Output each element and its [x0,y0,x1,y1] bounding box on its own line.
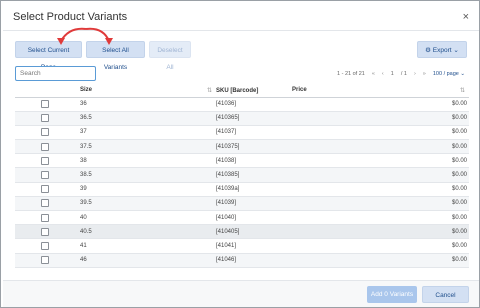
prev-page-icon[interactable]: ‹ [382,71,384,77]
row-checkbox[interactable] [41,241,49,250]
cell-size: 46 [80,253,216,268]
cell-sku: [41041] [216,238,292,254]
cell-price: $0.00 [292,139,469,155]
header-select [15,85,80,98]
header-size[interactable]: Size ⇅ [80,85,216,98]
cell-price: $0.00 [292,253,469,268]
header-price[interactable]: Price ⇅ [292,85,469,98]
first-page-icon[interactable]: « [372,71,375,77]
cell-size: 39.5 [80,196,216,212]
row-checkbox[interactable] [41,227,49,236]
cell-sku: [41040] [216,210,292,226]
cell-sku: [41038] [216,153,292,169]
search-input[interactable] [15,66,96,81]
cell-size: 38.5 [80,167,216,183]
row-checkbox[interactable] [41,256,49,265]
row-checkbox[interactable] [41,156,49,165]
cell-sku: [41036] [216,97,292,112]
sort-icon: ⇅ [459,88,465,95]
next-page-icon[interactable]: › [414,71,416,77]
row-checkbox[interactable] [41,128,49,137]
cancel-button[interactable]: Cancel [422,286,469,303]
row-checkbox[interactable] [41,114,49,123]
cell-size: 38 [80,153,216,169]
cell-price: $0.00 [292,167,469,183]
annotation-arrow-right [85,27,110,42]
annotation-arrow-left [60,27,87,42]
pager-range: 1 - 21 of 21 [337,71,365,77]
dialog-footer: Add 0 Variants Cancel [3,280,479,307]
cell-size: 37 [80,125,216,141]
per-page-select[interactable]: 100 / page ⌄ [433,71,465,77]
annotation-arrowhead-right [105,38,113,45]
table-row[interactable]: 39.5 [41039] $0.00 [15,196,469,212]
cell-sku: [410375] [216,139,292,155]
variants-table: Size ⇅ SKU [Barcode] Price ⇅ 36 [41036] $0.0… [15,85,469,268]
cell-price: $0.00 [292,153,469,169]
table-row[interactable]: 41 [41041] $0.00 [15,238,469,254]
cell-price: $0.00 [292,182,469,197]
table-row[interactable]: 40 [41040] $0.00 [15,210,469,226]
cell-size: 40.5 [80,224,216,240]
table-row[interactable]: 46 [41046] $0.00 [15,253,469,268]
cell-size: 39 [80,182,216,197]
table-row[interactable]: 37.5 [410375] $0.00 [15,139,469,155]
cell-price: $0.00 [292,97,469,112]
row-checkbox[interactable] [41,142,49,151]
cell-sku: [410365] [216,111,292,126]
cell-sku: [410405] [216,224,292,240]
cell-price: $0.00 [292,224,469,240]
cell-price: $0.00 [292,125,469,141]
cell-price: $0.00 [292,238,469,254]
cell-sku: [410385] [216,167,292,183]
cell-sku: [41039a] [216,182,292,197]
table-row[interactable]: 39 [41039a] $0.00 [15,182,469,197]
cell-sku: [41037] [216,125,292,141]
dialog-title: Select Product Variants [13,10,128,23]
cell-size: 40 [80,210,216,226]
cell-sku: [41046] [216,253,292,268]
row-checkbox[interactable] [41,171,49,180]
chevron-down-icon: ⌄ [453,47,459,54]
export-label: Export [432,47,452,54]
cell-size: 36.5 [80,111,216,126]
close-icon[interactable]: × [463,11,469,23]
table-row[interactable]: 36.5 [410365] $0.00 [15,111,469,126]
row-checkbox[interactable] [41,185,49,194]
pager-current-page[interactable]: 1 [391,71,394,77]
cell-sku: [41039] [216,196,292,212]
table-row[interactable]: 36 [41036] $0.00 [15,97,469,112]
header-sku[interactable]: SKU [Barcode] [216,85,292,98]
pagination: 1 - 21 of 21 « ‹ 1 / 1 › » 100 / page ⌄ [337,69,465,79]
annotation-arrowhead-left [57,38,65,45]
table-row[interactable]: 37 [41037] $0.00 [15,125,469,141]
cell-price: $0.00 [292,111,469,126]
table-row[interactable]: 40.5 [410405] $0.00 [15,224,469,240]
select-variants-dialog: Select Product Variants × Select Current… [3,3,479,307]
cell-price: $0.00 [292,210,469,226]
add-variants-button[interactable]: Add 0 Variants [367,286,417,303]
row-checkbox[interactable] [41,213,49,222]
row-checkbox[interactable] [41,199,49,208]
cell-price: $0.00 [292,196,469,212]
table-header-row: Size ⇅ SKU [Barcode] Price ⇅ [15,85,469,98]
pager-total-pages: / 1 [400,71,407,77]
annotation-arrows [57,27,113,45]
sort-icon: ⇅ [206,88,212,95]
deselect-all-button[interactable]: Deselect All [149,41,191,71]
screenshot-frame: Select Product Variants × Select Current… [0,0,480,308]
table-row[interactable]: 38.5 [410385] $0.00 [15,167,469,183]
table-row[interactable]: 38 [41038] $0.00 [15,153,469,169]
cell-size: 36 [80,97,216,112]
cell-size: 37.5 [80,139,216,155]
export-button[interactable]: ⚙ Export ⌄ [417,41,467,58]
last-page-icon[interactable]: » [423,71,426,77]
gear-icon: ⚙ [425,47,431,54]
row-checkbox[interactable] [41,100,49,109]
cell-size: 41 [80,238,216,254]
